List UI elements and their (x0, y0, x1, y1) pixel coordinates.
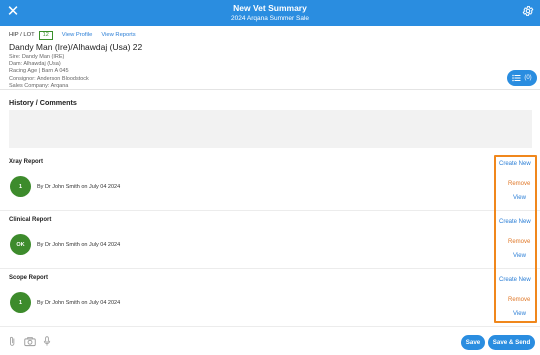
attachment-icons (8, 336, 51, 347)
divider (0, 326, 540, 327)
report-badge[interactable]: OK (10, 234, 31, 255)
create-new-xray-link[interactable]: Create New (499, 161, 531, 167)
divider (0, 89, 540, 90)
dam-line: Dam: Alhawdaj (Usa) (9, 61, 61, 68)
gear-icon[interactable] (522, 5, 534, 17)
report-author: By Dr John Smith on July 04 2024 (37, 300, 121, 306)
remove-clinical-link[interactable]: Remove (508, 239, 530, 245)
view-xray-link[interactable]: View (513, 195, 526, 201)
report-badge[interactable]: 1 (10, 292, 31, 313)
report-name: Clinical Report (9, 217, 52, 223)
save-and-send-button[interactable]: Save & Send (488, 335, 535, 350)
horse-info: HIP / LOT 12 View Profile View Reports D… (9, 30, 531, 90)
report-author: By Dr John Smith on July 04 2024 (37, 184, 121, 190)
history-comments-field[interactable] (9, 110, 532, 148)
list-filter-icon (512, 74, 521, 82)
report-author: By Dr John Smith on July 04 2024 (37, 242, 121, 248)
horse-meta: Sire: Dandy Man (IRE) Dam: Alhawdaj (Usa… (9, 54, 531, 90)
header-bar: ✕ New Vet Summary 2024 Arqana Summer Sal… (0, 0, 540, 26)
report-name: Scope Report (9, 275, 49, 281)
report-name: Xray Report (9, 159, 44, 165)
report-section-scope: Scope Report 1 By Dr John Smith on July … (0, 269, 540, 327)
create-new-clinical-link[interactable]: Create New (499, 219, 531, 225)
bottom-toolbar: Save Save & Send (0, 330, 540, 355)
hip-label: HIP / LOT (9, 32, 35, 38)
header-titles: New Vet Summary 2024 Arqana Summer Sale (0, 3, 540, 23)
save-button[interactable]: Save (461, 335, 485, 350)
hip-number-badge: 12 (38, 30, 53, 40)
paperclip-icon[interactable] (8, 336, 17, 347)
create-new-scope-link[interactable]: Create New (499, 277, 531, 283)
page-title: New Vet Summary (233, 3, 307, 13)
sire-line: Sire: Dandy Man (IRE) (9, 54, 65, 60)
racing-age-line: Racing Age | Barn A 045 (9, 68, 69, 75)
remove-xray-link[interactable]: Remove (508, 181, 530, 187)
horse-name: Dandy Man (Ire)/Alhawdaj (Usa) 22 (9, 42, 143, 52)
report-section-xray: Xray Report 1 By Dr John Smith on July 0… (0, 153, 540, 211)
hip-row: HIP / LOT 12 View Profile View Reports (9, 30, 531, 40)
page-subtitle: 2024 Arqana Summer Sale (230, 15, 310, 22)
filter-count: (0) (524, 75, 532, 81)
filter-button[interactable]: (0) (507, 70, 537, 86)
camera-icon[interactable] (24, 336, 36, 347)
consignor-line: Consignor: Anderson Bloodstock (9, 75, 89, 82)
remove-scope-link[interactable]: Remove (508, 297, 530, 303)
report-section-clinical: Clinical Report OK By Dr John Smith on J… (0, 211, 540, 269)
view-reports-link[interactable]: View Reports (101, 32, 135, 38)
view-profile-link[interactable]: View Profile (62, 32, 93, 38)
view-scope-link[interactable]: View (513, 311, 526, 317)
history-title: History / Comments (9, 98, 77, 107)
view-clinical-link[interactable]: View (513, 253, 526, 259)
vet-summary-screen: ✕ New Vet Summary 2024 Arqana Summer Sal… (0, 0, 540, 355)
report-badge[interactable]: 1 (10, 176, 31, 197)
microphone-icon[interactable] (43, 336, 51, 347)
